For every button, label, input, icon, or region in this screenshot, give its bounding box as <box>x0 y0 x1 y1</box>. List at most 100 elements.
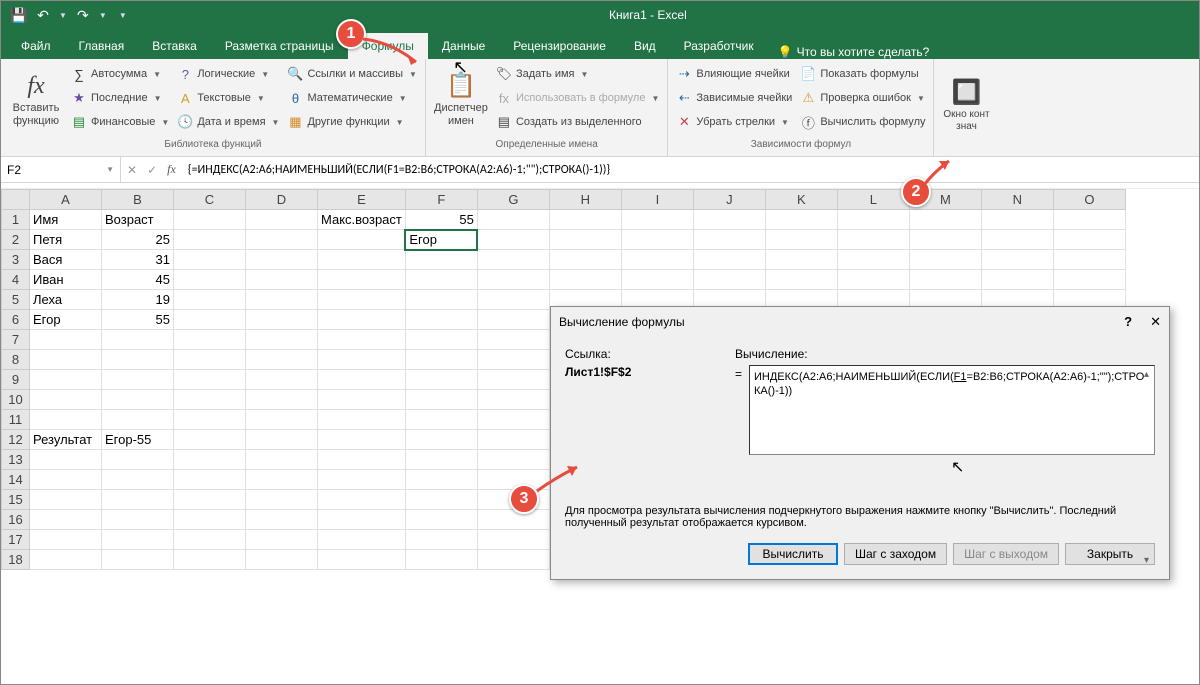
column-header[interactable]: A <box>30 190 102 210</box>
row-header[interactable]: 15 <box>2 490 30 510</box>
cell-A10[interactable] <box>30 390 102 410</box>
watch-window-button[interactable]: 🔲 Окно конт знач <box>940 63 992 148</box>
cell-G4[interactable] <box>477 270 549 290</box>
cell-F16[interactable] <box>405 510 477 530</box>
cell-C18[interactable] <box>174 550 246 570</box>
tab-home[interactable]: Главная <box>65 33 139 59</box>
cell-A18[interactable] <box>30 550 102 570</box>
cell-F10[interactable] <box>405 390 477 410</box>
cell-A9[interactable] <box>30 370 102 390</box>
cell-I4[interactable] <box>621 270 693 290</box>
column-header[interactable]: N <box>981 190 1053 210</box>
cell-B14[interactable] <box>102 470 174 490</box>
select-all-corner[interactable] <box>2 190 30 210</box>
cell-F17[interactable] <box>405 530 477 550</box>
cell-A3[interactable]: Вася <box>30 250 102 270</box>
cell-E9[interactable] <box>318 370 406 390</box>
cell-D4[interactable] <box>246 270 318 290</box>
undo-dropdown-icon[interactable]: ▼ <box>59 11 67 20</box>
cell-D14[interactable] <box>246 470 318 490</box>
cell-F8[interactable] <box>405 350 477 370</box>
cell-C13[interactable] <box>174 450 246 470</box>
cell-B2[interactable]: 25 <box>102 230 174 250</box>
save-icon[interactable]: 💾 <box>11 7 27 23</box>
redo-dropdown-icon[interactable]: ▼ <box>99 11 107 20</box>
help-icon[interactable]: ? <box>1124 314 1132 330</box>
cell-L4[interactable] <box>837 270 909 290</box>
formula-input[interactable]: {=ИНДЕКС(A2:A6;НАИМЕНЬШИЙ(ЕСЛИ(F1=B2:B6;… <box>182 163 1199 177</box>
cell-I3[interactable] <box>621 250 693 270</box>
cell-B6[interactable]: 55 <box>102 310 174 330</box>
cell-B9[interactable] <box>102 370 174 390</box>
cell-D11[interactable] <box>246 410 318 430</box>
cell-F6[interactable] <box>405 310 477 330</box>
cell-G13[interactable] <box>477 450 549 470</box>
cell-G10[interactable] <box>477 390 549 410</box>
cell-D5[interactable] <box>246 290 318 310</box>
cell-I2[interactable] <box>621 230 693 250</box>
cell-C1[interactable] <box>174 210 246 230</box>
column-header[interactable]: D <box>246 190 318 210</box>
cell-F15[interactable] <box>405 490 477 510</box>
cell-D2[interactable] <box>246 230 318 250</box>
cell-E4[interactable] <box>318 270 406 290</box>
row-header[interactable]: 3 <box>2 250 30 270</box>
cell-C4[interactable] <box>174 270 246 290</box>
tab-developer[interactable]: Разработчик <box>670 33 768 59</box>
cell-M2[interactable] <box>909 230 981 250</box>
column-header[interactable]: F <box>405 190 477 210</box>
cell-D15[interactable] <box>246 490 318 510</box>
column-header[interactable]: L <box>837 190 909 210</box>
row-header[interactable]: 4 <box>2 270 30 290</box>
more-functions-button[interactable]: ▦Другие функции▼ <box>285 111 418 133</box>
cell-F7[interactable] <box>405 330 477 350</box>
tab-insert[interactable]: Вставка <box>138 33 211 59</box>
row-header[interactable]: 5 <box>2 290 30 310</box>
cell-C17[interactable] <box>174 530 246 550</box>
cell-B5[interactable]: 19 <box>102 290 174 310</box>
evaluate-formula-button[interactable]: ⓕВычислить формулу <box>798 111 927 133</box>
cell-E7[interactable] <box>318 330 406 350</box>
cell-F13[interactable] <box>405 450 477 470</box>
tab-review[interactable]: Рецензирование <box>499 33 620 59</box>
cell-A4[interactable]: Иван <box>30 270 102 290</box>
redo-icon[interactable]: ↷ <box>75 7 91 23</box>
row-header[interactable]: 6 <box>2 310 30 330</box>
cell-J3[interactable] <box>693 250 765 270</box>
cell-G3[interactable] <box>477 250 549 270</box>
error-checking-button[interactable]: ⚠Проверка ошибок▼ <box>798 87 927 109</box>
cell-C15[interactable] <box>174 490 246 510</box>
cell-B8[interactable] <box>102 350 174 370</box>
cell-E14[interactable] <box>318 470 406 490</box>
column-header[interactable]: H <box>549 190 621 210</box>
cell-O1[interactable] <box>1053 210 1125 230</box>
cell-A14[interactable] <box>30 470 102 490</box>
close-icon[interactable]: ✕ <box>1150 314 1161 330</box>
column-header[interactable]: I <box>621 190 693 210</box>
cell-A5[interactable]: Леха <box>30 290 102 310</box>
cell-A13[interactable] <box>30 450 102 470</box>
autosum-button[interactable]: ∑Автосумма▼ <box>69 63 171 85</box>
cell-D8[interactable] <box>246 350 318 370</box>
cell-H4[interactable] <box>549 270 621 290</box>
row-header[interactable]: 1 <box>2 210 30 230</box>
cell-D12[interactable] <box>246 430 318 450</box>
cell-F3[interactable] <box>405 250 477 270</box>
cell-B15[interactable] <box>102 490 174 510</box>
column-header[interactable]: E <box>318 190 406 210</box>
column-header[interactable]: O <box>1053 190 1125 210</box>
date-time-button[interactable]: 🕓Дата и время▼ <box>175 111 281 133</box>
dialog-titlebar[interactable]: Вычисление формулы ? ✕ <box>551 307 1169 337</box>
cell-A12[interactable]: Результат <box>30 430 102 450</box>
cell-E10[interactable] <box>318 390 406 410</box>
cell-N3[interactable] <box>981 250 1053 270</box>
create-from-selection-button[interactable]: ▤Создать из выделенного <box>494 111 661 133</box>
row-header[interactable]: 12 <box>2 430 30 450</box>
cell-C3[interactable] <box>174 250 246 270</box>
cell-E5[interactable] <box>318 290 406 310</box>
cell-E11[interactable] <box>318 410 406 430</box>
cell-D9[interactable] <box>246 370 318 390</box>
cell-E15[interactable] <box>318 490 406 510</box>
cell-F11[interactable] <box>405 410 477 430</box>
cell-G9[interactable] <box>477 370 549 390</box>
